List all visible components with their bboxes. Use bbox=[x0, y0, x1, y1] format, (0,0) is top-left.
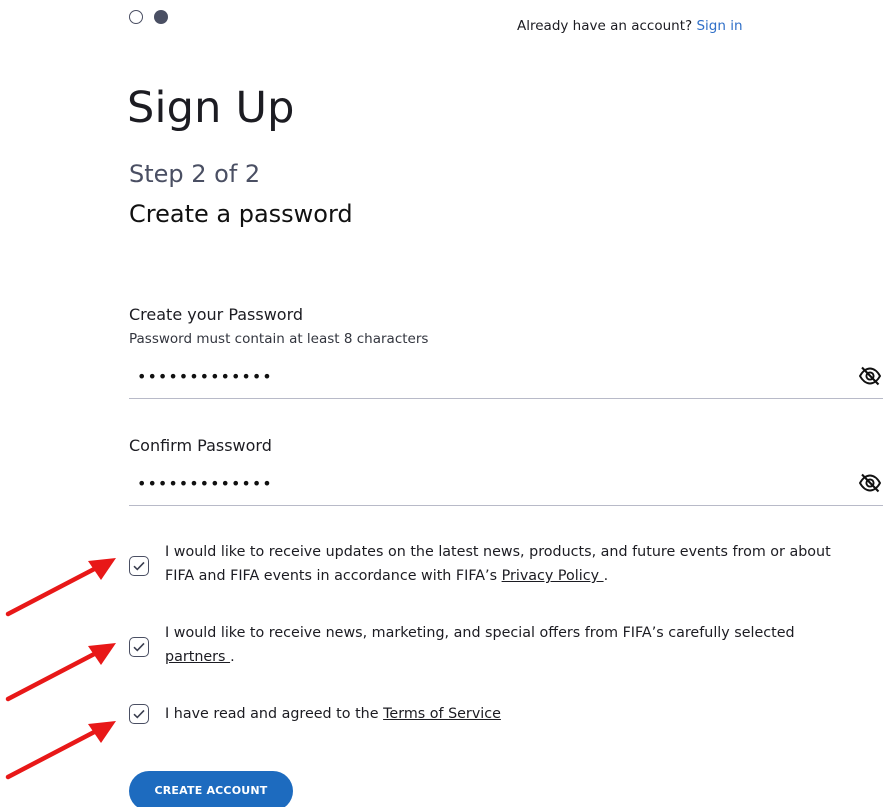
consent-updates-period: . bbox=[603, 568, 609, 584]
password-hint: Password must contain at least 8 charact… bbox=[129, 331, 429, 347]
page-subtitle: Create a password bbox=[129, 200, 353, 228]
consent-updates-checkbox[interactable] bbox=[129, 556, 149, 576]
confirm-password-underline bbox=[129, 505, 883, 506]
eye-off-icon[interactable] bbox=[858, 364, 882, 388]
checkmark-icon bbox=[133, 561, 145, 571]
step-dot-2-active bbox=[154, 10, 168, 24]
consent-terms-label: I have read and agreed to the bbox=[165, 706, 384, 722]
consent-partners-text: I would like to receive news, marketing,… bbox=[165, 621, 849, 669]
consent-terms-checkbox[interactable] bbox=[129, 704, 149, 724]
red-arrow-icon bbox=[5, 558, 116, 617]
signin-link[interactable]: Sign in bbox=[696, 18, 742, 34]
consent-terms-text: I have read and agreed to the Terms of S… bbox=[165, 702, 501, 726]
page-title: Sign Up bbox=[127, 83, 295, 133]
create-account-button[interactable]: CREATE ACCOUNT bbox=[129, 771, 293, 807]
password-input[interactable] bbox=[129, 361, 857, 391]
signin-prompt: Already have an account? bbox=[517, 18, 693, 34]
privacy-policy-link[interactable]: Privacy Policy bbox=[502, 568, 604, 584]
password-label: Create your Password bbox=[129, 305, 304, 324]
consent-terms-row: I have read and agreed to the Terms of S… bbox=[129, 702, 849, 726]
consent-updates-text: I would like to receive updates on the l… bbox=[165, 540, 849, 588]
consent-updates-row: I would like to receive updates on the l… bbox=[129, 540, 849, 588]
signin-prompt-row: Already have an account? Sign in bbox=[517, 18, 743, 34]
checkmark-icon bbox=[133, 709, 145, 719]
step-dot-1 bbox=[129, 10, 143, 24]
confirm-password-label: Confirm Password bbox=[129, 436, 272, 455]
red-arrow-icon bbox=[5, 643, 116, 702]
consent-updates-label: I would like to receive updates on the l… bbox=[165, 544, 831, 584]
step-label: Step 2 of 2 bbox=[129, 160, 261, 188]
confirm-password-input[interactable] bbox=[129, 468, 857, 498]
consent-partners-period: . bbox=[230, 649, 235, 665]
consent-partners-row: I would like to receive news, marketing,… bbox=[129, 621, 849, 669]
password-underline bbox=[129, 398, 883, 399]
step-indicator bbox=[129, 10, 168, 24]
consent-partners-checkbox[interactable] bbox=[129, 637, 149, 657]
partners-link[interactable]: partners bbox=[165, 649, 230, 665]
consent-partners-label: I would like to receive news, marketing,… bbox=[165, 625, 795, 641]
eye-off-icon[interactable] bbox=[858, 471, 882, 495]
terms-of-service-link[interactable]: Terms of Service bbox=[383, 706, 501, 722]
red-arrow-icon bbox=[5, 721, 116, 780]
checkmark-icon bbox=[133, 642, 145, 652]
signup-page: Already have an account? Sign in Sign Up… bbox=[0, 0, 883, 807]
